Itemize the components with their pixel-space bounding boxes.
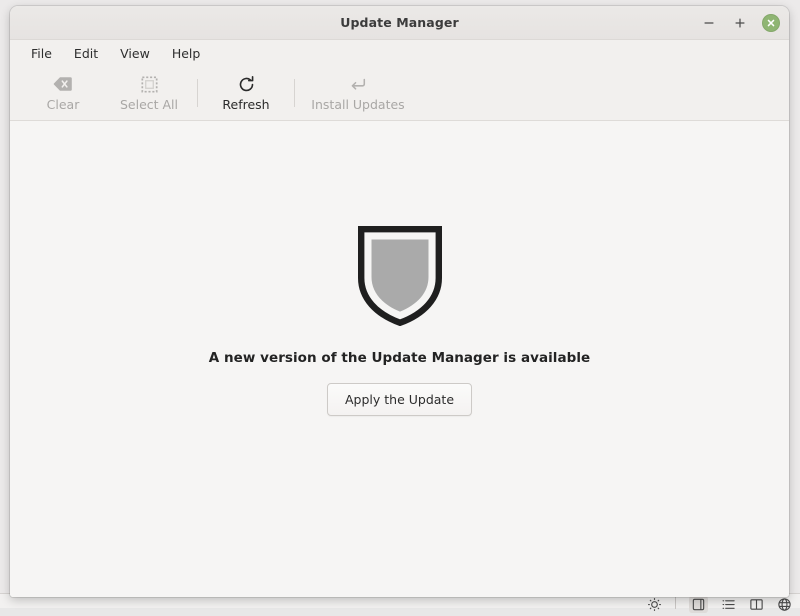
globe-icon[interactable] bbox=[777, 597, 792, 612]
refresh-label: Refresh bbox=[222, 99, 269, 112]
install-updates-label: Install Updates bbox=[311, 99, 404, 112]
refresh-circular-arrow-icon bbox=[237, 75, 256, 94]
window-preview-icon[interactable] bbox=[689, 596, 708, 613]
toolbar: Clear Select All bbox=[10, 66, 789, 121]
clear-backspace-icon bbox=[53, 75, 73, 94]
update-manager-window: Update Manager bbox=[10, 6, 789, 597]
shield-icon bbox=[358, 226, 442, 330]
select-all-label: Select All bbox=[120, 99, 178, 112]
titlebar: Update Manager bbox=[10, 6, 789, 40]
clear-button[interactable]: Clear bbox=[24, 69, 102, 117]
toolbar-separator-1 bbox=[197, 79, 198, 107]
apply-update-button[interactable]: Apply the Update bbox=[327, 383, 472, 416]
menu-item-edit[interactable]: Edit bbox=[65, 43, 107, 64]
brightness-icon[interactable] bbox=[647, 597, 662, 612]
select-all-button[interactable]: Select All bbox=[110, 69, 188, 117]
clear-label: Clear bbox=[47, 99, 80, 112]
minimize-icon[interactable] bbox=[700, 14, 718, 32]
list-icon[interactable] bbox=[721, 597, 736, 612]
refresh-button[interactable]: Refresh bbox=[207, 69, 285, 117]
install-updates-button[interactable]: Install Updates bbox=[304, 69, 412, 117]
maximize-icon[interactable] bbox=[731, 14, 749, 32]
menu-item-file[interactable]: File bbox=[22, 43, 61, 64]
content-area: A new version of the Update Manager is a… bbox=[10, 121, 789, 597]
system-tray bbox=[647, 596, 800, 607]
window-title: Update Manager bbox=[340, 15, 458, 30]
menubar: File Edit View Help bbox=[10, 40, 789, 66]
install-enter-arrow-icon bbox=[349, 75, 367, 94]
tray-separator bbox=[675, 597, 676, 609]
select-all-dashed-square-icon bbox=[141, 75, 158, 94]
desktop-background: Update Manager bbox=[0, 0, 800, 608]
menu-item-help[interactable]: Help bbox=[163, 43, 210, 64]
book-icon[interactable] bbox=[749, 597, 764, 612]
update-available-message: A new version of the Update Manager is a… bbox=[209, 350, 590, 366]
menu-item-view[interactable]: View bbox=[111, 43, 159, 64]
window-controls bbox=[700, 6, 780, 39]
toolbar-separator-2 bbox=[294, 79, 295, 107]
close-icon[interactable] bbox=[762, 14, 780, 32]
